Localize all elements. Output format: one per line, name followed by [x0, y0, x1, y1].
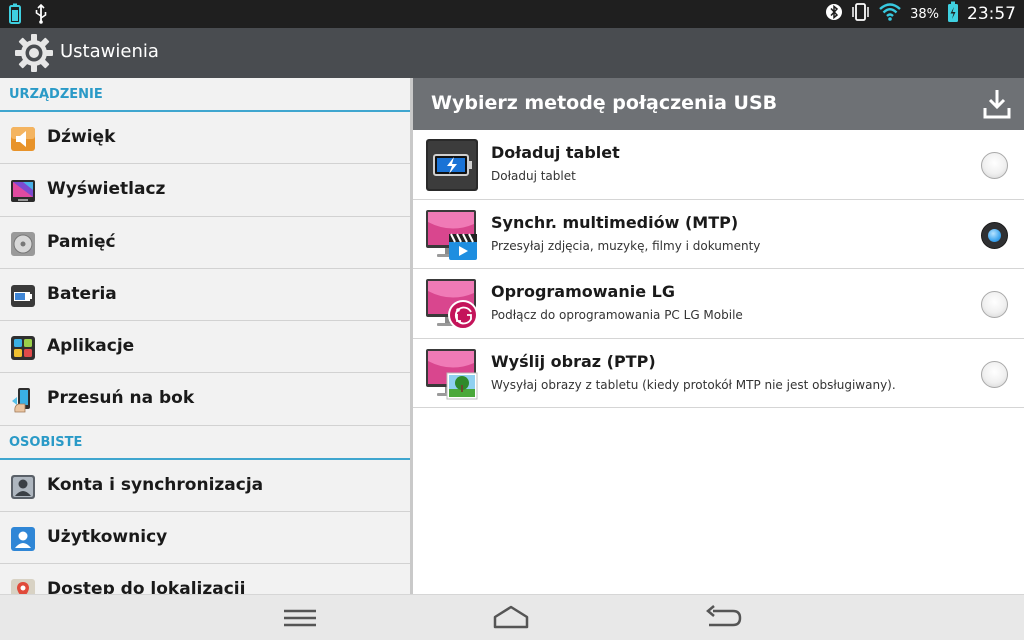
- action-bar: Ustawienia: [0, 28, 1024, 78]
- settings-gear-icon[interactable]: [14, 33, 54, 73]
- usb-dialog-title: Wybierz metodę połączenia USB: [431, 92, 778, 114]
- settings-item-label: Przesuń na bok: [47, 388, 195, 409]
- slide-aside-icon: [10, 387, 36, 413]
- settings-item-location[interactable]: Dostęp do lokalizacji: [0, 564, 411, 594]
- settings-item-slide-aside[interactable]: Przesuń na bok: [0, 373, 411, 426]
- usb-option-charge[interactable]: Doładuj tablet Doładuj tablet: [413, 130, 1024, 200]
- navigation-bar: [0, 594, 1024, 640]
- usb-option-subtitle: Doładuj tablet: [491, 169, 576, 183]
- section-header-personal: OSOBISTE: [0, 426, 411, 460]
- usb-option-radio[interactable]: [981, 291, 1008, 318]
- settings-item-label: Wyświetlacz: [47, 179, 166, 200]
- battery-saver-icon: [8, 3, 22, 29]
- usb-icon: [34, 3, 48, 28]
- usb-option-lg-software[interactable]: Oprogramowanie LG Podłącz do oprogramowa…: [413, 269, 1024, 339]
- settings-item-accounts[interactable]: Konta i synchronizacja: [0, 460, 411, 513]
- usb-option-title: Doładuj tablet: [491, 143, 620, 162]
- usb-connection-panel: Wybierz metodę połączenia USB Doładuj ta…: [413, 78, 1024, 594]
- home-icon[interactable]: [491, 603, 531, 633]
- usb-option-mtp[interactable]: Synchr. multimediów (MTP) Przesyłaj zdję…: [413, 200, 1024, 269]
- users-icon: [10, 526, 36, 552]
- settings-item-label: Dźwięk: [47, 127, 116, 147]
- download-icon[interactable]: [982, 88, 1012, 120]
- settings-item-label: Pamięć: [47, 231, 116, 252]
- usb-option-subtitle: Podłącz do oprogramowania PC LG Mobile: [491, 308, 743, 322]
- battery-icon: [10, 283, 36, 309]
- settings-item-label: Aplikacje: [47, 336, 135, 357]
- settings-item-label: Konta i synchronizacja: [47, 474, 264, 495]
- status-time: 23:57: [967, 4, 1016, 24]
- battery-percent: 38%: [910, 6, 939, 22]
- menu-icon[interactable]: [280, 603, 320, 633]
- screen: 38% 23:57 Ustawienia URZĄDZENIE Dźwięk W…: [0, 0, 1024, 640]
- settings-item-users[interactable]: Użytkownicy: [0, 512, 411, 565]
- settings-item-battery[interactable]: Bateria: [0, 269, 411, 322]
- usb-dialog-header: Wybierz metodę połączenia USB: [413, 78, 1024, 130]
- wifi-icon: [878, 2, 902, 26]
- action-bar-title: Ustawienia: [60, 41, 159, 62]
- media-sync-icon: [425, 208, 479, 262]
- vibrate-icon: [850, 2, 870, 26]
- settings-item-storage[interactable]: Pamięć: [0, 217, 411, 269]
- usb-option-radio[interactable]: [981, 152, 1008, 179]
- display-icon: [10, 178, 36, 204]
- speaker-icon: [10, 126, 36, 152]
- battery-charging-icon: [947, 1, 959, 27]
- usb-option-subtitle: Przesyłaj zdjęcia, muzykę, filmy i dokum…: [491, 238, 761, 253]
- settings-item-label: Użytkownicy: [47, 527, 168, 548]
- storage-icon: [10, 231, 36, 257]
- usb-option-radio[interactable]: [981, 360, 1008, 388]
- settings-item-apps[interactable]: Aplikacje: [0, 321, 411, 374]
- accounts-icon: [10, 474, 36, 500]
- usb-option-title: Oprogramowanie LG: [491, 282, 675, 301]
- settings-list: URZĄDZENIE Dźwięk Wyświetlacz Pamięć Bat…: [0, 78, 411, 594]
- back-icon[interactable]: [703, 603, 743, 633]
- usb-option-ptp[interactable]: Wyślij obraz (PTP) Wysyłaj obrazy z tabl…: [413, 339, 1024, 408]
- send-image-icon: [425, 347, 479, 401]
- lg-software-icon: [425, 277, 479, 331]
- bluetooth-icon: [826, 2, 843, 26]
- usb-option-title: Wyślij obraz (PTP): [491, 351, 656, 371]
- settings-item-display[interactable]: Wyświetlacz: [0, 164, 411, 217]
- settings-item-sound[interactable]: Dźwięk: [0, 112, 411, 165]
- charge-battery-icon: [425, 138, 479, 192]
- usb-option-subtitle: Wysyłaj obrazy z tabletu (kiedy protokół…: [491, 377, 896, 392]
- settings-item-label: Dostęp do lokalizacji: [47, 579, 246, 594]
- status-bar: 38% 23:57: [0, 0, 1024, 28]
- usb-option-title: Synchr. multimediów (MTP): [491, 212, 739, 232]
- apps-icon: [10, 335, 36, 361]
- section-header-device: URZĄDZENIE: [0, 78, 411, 112]
- usb-option-radio[interactable]: [981, 221, 1008, 249]
- location-icon: [10, 578, 36, 594]
- settings-item-label: Bateria: [47, 283, 117, 304]
